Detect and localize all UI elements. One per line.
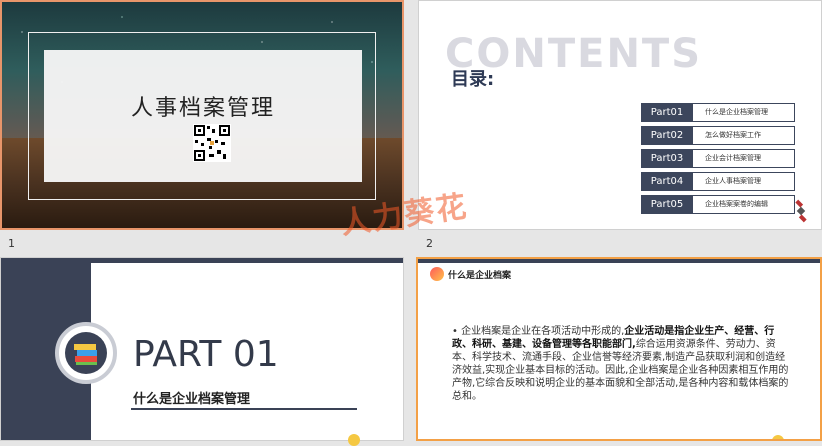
top-rule — [91, 258, 403, 263]
slide-body: • 企业档案是企业在各项活动中形成的,企业活动是指企业生产、经营、行政、科研、基… — [452, 326, 789, 402]
slide-2[interactable]: CONTENTS 目录: Part01 什么是企业档案管理 Part02 怎么做… — [418, 0, 822, 230]
slide-1[interactable]: 人事档案管理 — [0, 0, 404, 230]
slide-number: 1 — [8, 237, 15, 250]
slide-3[interactable]: PART 01 什么是企业档案管理 — [0, 257, 404, 441]
satellite-icon — [795, 199, 807, 223]
contents-list: Part01 什么是企业档案管理 Part02 怎么做好档案工作 Part03 … — [641, 103, 795, 218]
slide-number: 2 — [426, 237, 433, 250]
part-text: 企业会计档案管理 — [693, 149, 795, 168]
part-subtitle: 什么是企业档案管理 — [133, 392, 251, 407]
contents-item: Part01 什么是企业档案管理 — [641, 103, 795, 122]
part-tag: Part01 — [641, 103, 693, 122]
title-card: 人事档案管理 — [44, 50, 362, 182]
part-text: 什么是企业档案管理 — [693, 103, 795, 122]
header-dot-icon — [430, 267, 444, 281]
contents-item: Part04 企业人事档案管理 — [641, 172, 795, 191]
contents-heading: 目录: — [451, 69, 495, 90]
part-tag: Part03 — [641, 149, 693, 168]
slide-title: 人事档案管理 — [130, 96, 275, 121]
part-text: 怎么做好档案工作 — [693, 126, 795, 145]
corner-dot-icon — [348, 434, 360, 446]
part-emblem — [55, 322, 117, 384]
top-rule — [418, 259, 820, 263]
books-icon — [65, 332, 107, 374]
part-tag: Part04 — [641, 172, 693, 191]
body-text: 企业档案是企业在各项活动中形成的, — [461, 326, 625, 337]
part-text: 企业档案案卷的编辑 — [693, 195, 795, 214]
part-tag: Part05 — [641, 195, 693, 214]
part-tag: Part02 — [641, 126, 693, 145]
slide-header: 什么是企业档案 — [448, 271, 512, 281]
contents-item: Part05 企业档案案卷的编辑 — [641, 195, 795, 214]
subtitle-underline — [131, 408, 357, 410]
contents-item: Part02 怎么做好档案工作 — [641, 126, 795, 145]
part-number: PART 01 — [133, 334, 279, 375]
contents-item: Part03 企业会计档案管理 — [641, 149, 795, 168]
part-text: 企业人事档案管理 — [693, 172, 795, 191]
corner-dot-icon — [772, 435, 784, 439]
qr-code-icon — [193, 124, 231, 162]
slide-4[interactable]: 什么是企业档案 • 企业档案是企业在各项活动中形成的,企业活动是指企业生产、经营… — [416, 257, 822, 441]
